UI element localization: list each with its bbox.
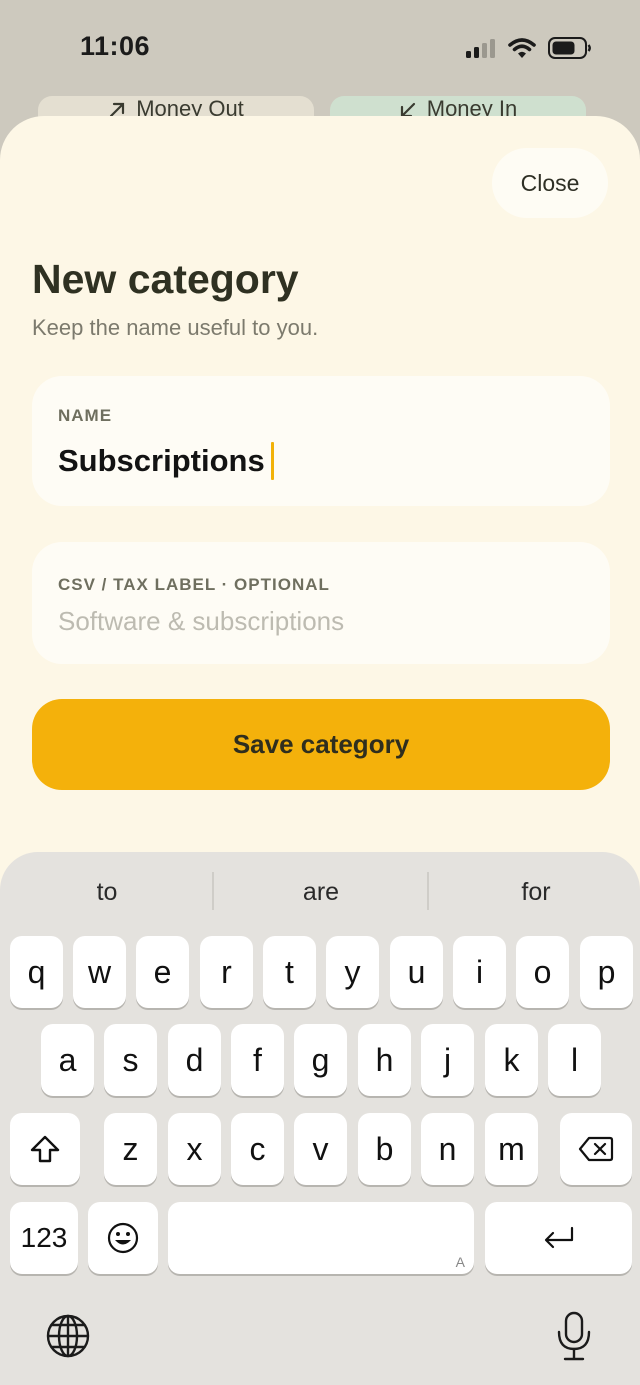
name-input[interactable]: Subscriptions — [58, 442, 274, 480]
key-m[interactable]: m — [485, 1113, 538, 1185]
delete-icon — [578, 1136, 614, 1162]
return-key[interactable] — [485, 1202, 632, 1274]
battery-icon — [548, 37, 591, 59]
key-n[interactable]: n — [421, 1113, 474, 1185]
sheet-subtitle: Keep the name useful to you. — [32, 315, 319, 340]
numbers-key[interactable]: 123 — [10, 1202, 78, 1274]
shift-key[interactable] — [10, 1113, 80, 1185]
key-t[interactable]: t — [263, 936, 316, 1008]
key-v[interactable]: v — [294, 1113, 347, 1185]
suggestion-for[interactable]: for — [429, 872, 640, 912]
sheet-title: New category — [32, 256, 299, 302]
key-q[interactable]: q — [10, 936, 63, 1008]
key-u[interactable]: u — [390, 936, 443, 1008]
key-f[interactable]: f — [231, 1024, 284, 1096]
key-z[interactable]: z — [104, 1113, 157, 1185]
tax-label-input[interactable]: Software & subscriptions — [58, 606, 344, 637]
key-l[interactable]: l — [548, 1024, 601, 1096]
suggestion-bar: to are for — [0, 852, 640, 930]
key-a[interactable]: a — [41, 1024, 94, 1096]
name-field-label: NAME — [58, 406, 113, 425]
microphone-icon[interactable] — [554, 1310, 594, 1362]
globe-icon[interactable] — [44, 1312, 92, 1360]
status-bar: 11:06 — [0, 0, 640, 96]
key-g[interactable]: g — [294, 1024, 347, 1096]
key-y[interactable]: y — [326, 936, 379, 1008]
key-o[interactable]: o — [516, 936, 569, 1008]
key-k[interactable]: k — [485, 1024, 538, 1096]
wifi-icon — [508, 37, 536, 58]
tax-label-field[interactable]: CSV / TAX LABEL · OPTIONAL Software & su… — [32, 542, 610, 664]
tax-label-field-label: CSV / TAX LABEL · OPTIONAL — [58, 575, 330, 594]
suggestion-to[interactable]: to — [0, 872, 214, 912]
key-i[interactable]: i — [453, 936, 506, 1008]
return-icon — [544, 1226, 573, 1249]
keyboard: to are for q w e r t y u i o p a s d f g… — [0, 852, 640, 1385]
key-x[interactable]: x — [168, 1113, 221, 1185]
key-j[interactable]: j — [421, 1024, 474, 1096]
save-category-button[interactable]: Save category — [32, 699, 610, 790]
emoji-key[interactable] — [88, 1202, 158, 1274]
key-w[interactable]: w — [73, 936, 126, 1008]
space-key[interactable]: A — [168, 1202, 474, 1274]
status-icons — [466, 36, 592, 60]
name-input-value: Subscriptions — [58, 443, 265, 478]
key-r[interactable]: r — [200, 936, 253, 1008]
key-d[interactable]: d — [168, 1024, 221, 1096]
key-h[interactable]: h — [358, 1024, 411, 1096]
status-time: 11:06 — [80, 31, 151, 61]
text-caret — [270, 442, 274, 480]
key-p[interactable]: p — [580, 936, 633, 1008]
key-c[interactable]: c — [231, 1113, 284, 1185]
close-button[interactable]: Close — [492, 148, 608, 218]
cellular-signal-icon — [466, 39, 495, 58]
suggestion-are[interactable]: are — [214, 872, 428, 912]
key-s[interactable]: s — [104, 1024, 157, 1096]
name-field[interactable]: NAME Subscriptions — [32, 376, 610, 506]
delete-key[interactable] — [560, 1113, 632, 1185]
key-e[interactable]: e — [136, 936, 189, 1008]
key-b[interactable]: b — [358, 1113, 411, 1185]
shift-icon — [30, 1135, 60, 1163]
space-hint: A — [455, 1254, 465, 1270]
emoji-icon — [107, 1222, 139, 1254]
